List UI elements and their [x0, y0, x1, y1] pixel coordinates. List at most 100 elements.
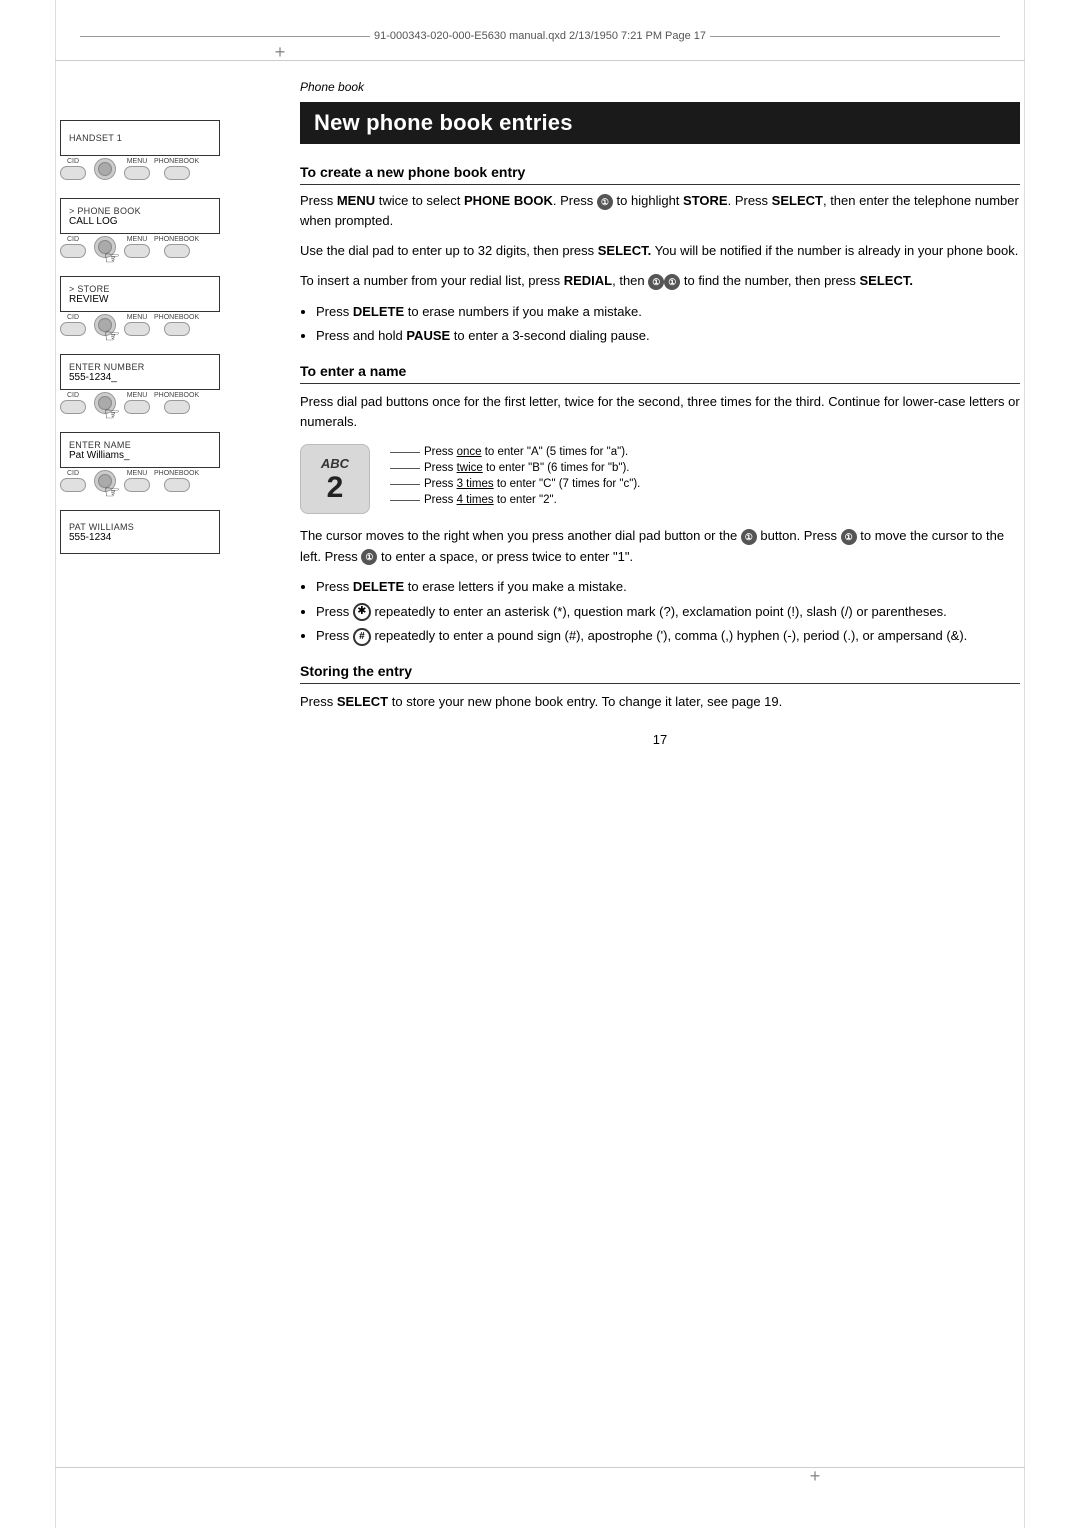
btn-cid-oval-3[interactable] — [60, 322, 86, 336]
btn-menu-container-4: ☞ — [90, 392, 120, 414]
name-bullet-2: Press ✱ repeatedly to enter an asterisk … — [316, 602, 1020, 623]
btn-cid-label-2: CID — [67, 236, 79, 243]
divider-line-bottom — [55, 1467, 1025, 1468]
abc-line-text-2: Press twice to enter "B" (6 times for "b… — [424, 462, 630, 474]
btn-phonebook-4[interactable]: PHONEBOOK — [154, 392, 199, 414]
btn-cid-oval-1[interactable] — [60, 166, 86, 180]
screen-box-2: > PHONE BOOK CALL LOG — [60, 198, 220, 234]
btn-phonebook-5[interactable]: PHONEBOOK — [154, 470, 199, 492]
btn-menu-label-4: MENU — [127, 392, 148, 399]
btn-cid-5[interactable]: CID — [60, 470, 86, 492]
create-bullet-2: Press and hold PAUSE to enter a 3-second… — [316, 326, 1020, 347]
button-row-1: CID MENU PHONEBOOK — [60, 158, 220, 180]
btn-phonebook-label-1: PHONEBOOK — [154, 158, 199, 165]
btn-cid-2[interactable]: CID — [60, 236, 86, 258]
btn-menu-label-1: MENU — [127, 158, 148, 165]
section-create-heading-text: To create a new phone book entry — [300, 164, 525, 180]
screen-box-5: ENTER NAME Pat Williams_ — [60, 432, 220, 468]
btn-menu-pill-4[interactable]: MENU — [124, 392, 150, 414]
btn-menu-pill-1[interactable]: MENU — [124, 158, 150, 180]
screen-value-4: 555-1234_ — [69, 372, 211, 383]
btn-phonebook-oval-5[interactable] — [164, 478, 190, 492]
device-diagram-3: > STORE REVIEW CID ☞ MENU PHONEBOOK — [60, 276, 280, 336]
btn-cid-oval-5[interactable] — [60, 478, 86, 492]
hand-icon-3: ☞ — [104, 326, 120, 347]
circle-btn-5: ① — [841, 529, 857, 545]
line-dash-1 — [390, 452, 420, 453]
btn-cid-oval-4[interactable] — [60, 400, 86, 414]
hash-btn: # — [353, 628, 371, 646]
btn-cid-4[interactable]: CID — [60, 392, 86, 414]
device-diagram-4: ENTER NUMBER 555-1234_ CID ☞ MENU PHONEB… — [60, 354, 280, 414]
btn-cid-oval-2[interactable] — [60, 244, 86, 258]
screen-label-3a: > STORE — [69, 284, 211, 294]
btn-menu-oval-4[interactable] — [124, 400, 150, 414]
btn-menu-inner-1 — [98, 162, 112, 176]
screen-label-1: HANDSET 1 — [69, 133, 211, 143]
create-para2: Use the dial pad to enter up to 32 digit… — [300, 241, 1020, 261]
btn-phonebook-label-3: PHONEBOOK — [154, 314, 199, 321]
screen-label-4: ENTER NUMBER — [69, 362, 211, 372]
abc-diagram: ABC 2 Press once to enter "A" (5 times f… — [300, 444, 1020, 514]
create-bullet-1: Press DELETE to erase numbers if you mak… — [316, 302, 1020, 323]
btn-menu-label-3: MENU — [127, 314, 148, 321]
storing-para: Press SELECT to store your new phone boo… — [300, 692, 1020, 712]
abc-line-1: Press once to enter "A" (5 times for "a"… — [390, 446, 640, 458]
btn-menu-oval-3[interactable] — [124, 322, 150, 336]
btn-menu-oval-2[interactable] — [124, 244, 150, 258]
section-name-heading-text: To enter a name — [300, 363, 406, 379]
btn-menu-pill-5[interactable]: MENU — [124, 470, 150, 492]
btn-cid-3[interactable]: CID — [60, 314, 86, 336]
abc-line-4: Press 4 times to enter "2". — [390, 494, 640, 506]
circle-btn-4: ① — [741, 529, 757, 545]
btn-menu-label-5: MENU — [127, 470, 148, 477]
btn-cid-1[interactable]: CID — [60, 158, 86, 180]
btn-phonebook-oval-3[interactable] — [164, 322, 190, 336]
file-info: 91-000343-020-000-E5630 manual.qxd 2/13/… — [374, 30, 706, 42]
btn-menu-container-3: ☞ — [90, 314, 120, 336]
line-dash-3 — [390, 484, 420, 485]
section-create-heading: To create a new phone book entry — [300, 164, 1020, 185]
screen-box-6: Pat Williams 555-1234 — [60, 510, 220, 554]
btn-menu-oval-1[interactable] — [124, 166, 150, 180]
name-bullets: Press DELETE to erase letters if you mak… — [316, 577, 1020, 647]
hand-icon-5: ☞ — [104, 482, 120, 503]
margin-line-right — [1024, 0, 1025, 1528]
abc-line-3: Press 3 times to enter "C" (7 times for … — [390, 478, 640, 490]
btn-menu-pill-2[interactable]: MENU — [124, 236, 150, 258]
btn-menu-pill-3[interactable]: MENU — [124, 314, 150, 336]
btn-phonebook-oval-4[interactable] — [164, 400, 190, 414]
screen-value-6: 555-1234 — [69, 532, 211, 543]
btn-cid-label-1: CID — [67, 158, 79, 165]
screen-label-6: Pat Williams — [69, 522, 211, 532]
abc-line-text-3: Press 3 times to enter "C" (7 times for … — [424, 478, 640, 490]
screen-box-3: > STORE REVIEW — [60, 276, 220, 312]
btn-menu-1[interactable] — [94, 158, 116, 180]
screen-value-2: CALL LOG — [69, 216, 211, 227]
screen-box-1: HANDSET 1 — [60, 120, 220, 156]
btn-phonebook-label-4: PHONEBOOK — [154, 392, 199, 399]
btn-cid-label-5: CID — [67, 470, 79, 477]
btn-phonebook-2[interactable]: PHONEBOOK — [154, 236, 199, 258]
name-bullet-3: Press # repeatedly to enter a pound sign… — [316, 626, 1020, 647]
btn-phonebook-1[interactable]: PHONEBOOK — [154, 158, 199, 180]
abc-lines: Press once to enter "A" (5 times for "a"… — [390, 444, 640, 506]
line-dash-2 — [390, 468, 420, 469]
button-row-2: CID ☞ MENU PHONEBOOK — [60, 236, 220, 258]
btn-menu-container-5: ☞ — [90, 470, 120, 492]
left-column: HANDSET 1 CID MENU PHONEBOOK > PHONE BOO… — [60, 120, 280, 574]
create-para1: Press MENU twice to select PHONE BOOK. P… — [300, 191, 1020, 231]
btn-menu-oval-5[interactable] — [124, 478, 150, 492]
btn-phonebook-3[interactable]: PHONEBOOK — [154, 314, 199, 336]
circle-btn-6: ① — [361, 549, 377, 565]
page-number: 17 — [300, 732, 1020, 747]
abc-key-number: 2 — [327, 473, 344, 503]
star-btn: ✱ — [353, 603, 371, 621]
circle-btn-3: ① — [664, 274, 680, 290]
btn-phonebook-oval-1[interactable] — [164, 166, 190, 180]
btn-phonebook-oval-2[interactable] — [164, 244, 190, 258]
section-name-heading: To enter a name — [300, 363, 1020, 384]
crosshair-top-center: + — [270, 42, 290, 62]
line-dash-4 — [390, 500, 420, 501]
btn-menu-container-2: ☞ — [90, 236, 120, 258]
